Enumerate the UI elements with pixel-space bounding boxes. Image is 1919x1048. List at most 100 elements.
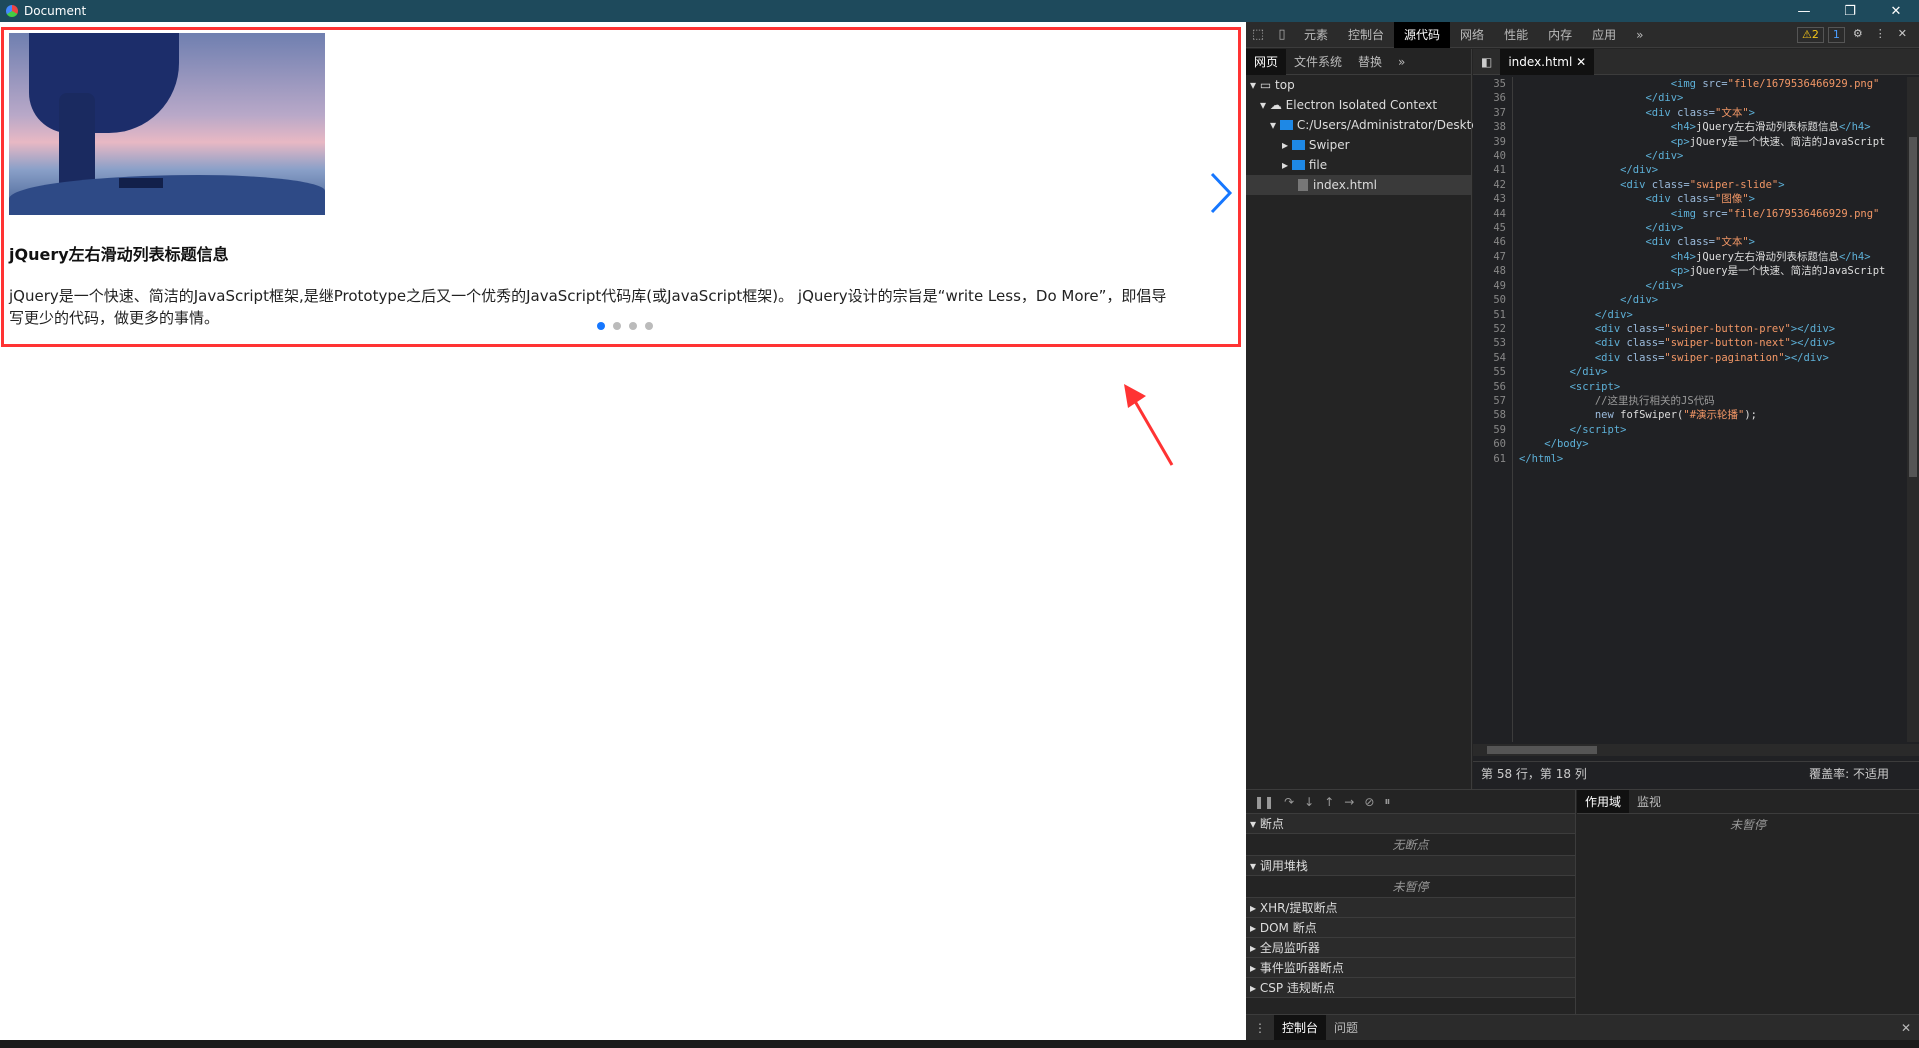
tab-filesystem[interactable]: 文件系统 bbox=[1286, 49, 1350, 75]
console-drawer: ⋮ 控制台 问题 ✕ bbox=[1246, 1014, 1919, 1041]
section-label: 事件监听器断点 bbox=[1259, 961, 1344, 975]
cloud-icon: ☁ bbox=[1269, 98, 1282, 112]
inspect-icon[interactable]: ⬚ bbox=[1246, 22, 1270, 48]
scope-not-paused: 未暂停 bbox=[1729, 818, 1766, 832]
taskbar bbox=[0, 1040, 1919, 1048]
step-icon[interactable]: → bbox=[1344, 795, 1354, 809]
vertical-scrollbar[interactable] bbox=[1907, 77, 1919, 742]
no-breakpoints: 无断点 bbox=[1246, 834, 1575, 856]
horizontal-scrollbar[interactable] bbox=[1473, 744, 1919, 756]
section-label: 调用堆栈 bbox=[1259, 859, 1308, 873]
tab-watch[interactable]: 监视 bbox=[1629, 790, 1669, 813]
step-into-icon[interactable]: ↓ bbox=[1304, 795, 1314, 809]
pagination-dot[interactable] bbox=[645, 322, 653, 330]
tab-overrides[interactable]: 替换 bbox=[1350, 49, 1390, 75]
swiper-container[interactable]: jQuery左右滑动列表标题信息 jQuery是一个快速、简洁的JavaScri… bbox=[1, 27, 1241, 347]
tab-elements[interactable]: 元素 bbox=[1294, 22, 1338, 48]
drawer-tab-console[interactable]: 控制台 bbox=[1274, 1014, 1327, 1041]
more-subtabs-icon[interactable]: » bbox=[1390, 49, 1413, 75]
toggle-navigator-icon[interactable]: ◧ bbox=[1473, 55, 1500, 69]
settings-icon[interactable]: ⚙ bbox=[1849, 27, 1867, 43]
drawer-tab-issues[interactable]: 问题 bbox=[1326, 1015, 1366, 1041]
red-annotation-arrow-icon bbox=[1124, 384, 1174, 466]
tree-item-path[interactable]: ▾ C:/Users/Administrator/Deskto bbox=[1246, 115, 1479, 135]
pause-icon[interactable]: ❚❚ bbox=[1254, 795, 1274, 809]
devtools-toolbar: ⬚ ▯ 元素 控制台 源代码 网络 性能 内存 应用 » ⚠2 1 ⚙ ⋮ ✕ bbox=[1246, 21, 1919, 48]
coverage-status: 覆盖率: 不适用 bbox=[1809, 767, 1889, 781]
swiper-pagination bbox=[597, 322, 653, 330]
pagination-dot[interactable] bbox=[597, 322, 605, 330]
deactivate-breakpoints-icon[interactable]: ⊘ bbox=[1364, 795, 1374, 809]
tree-item-context[interactable]: ▾ ☁ Electron Isolated Context bbox=[1246, 95, 1471, 115]
section-breakpoints[interactable]: ▾ 断点 bbox=[1246, 814, 1575, 834]
tab-sources[interactable]: 源代码 bbox=[1394, 21, 1451, 48]
device-toggle-icon[interactable]: ▯ bbox=[1270, 22, 1294, 48]
tree-item-index[interactable]: index.html bbox=[1246, 175, 1471, 195]
tree-label: index.html bbox=[1313, 178, 1377, 192]
debugger-pane: ❚❚ ↷ ↓ ↑ → ⊘ ⏸ ▾ 断点 无断点 ▾ 调用堆栈 未暂停 ▸ XHR… bbox=[1246, 789, 1919, 1015]
navigator-pane: 网页 文件系统 替换 » ▾ ▭ top ▾ ☁ Electron Isolat… bbox=[1246, 48, 1479, 789]
drawer-close-icon[interactable]: ✕ bbox=[1893, 1015, 1919, 1041]
line-numbers: 35 36 37 38 39 40 41 42 43 44 45 46 47 48 49 50 51 52 53 54… bbox=[1473, 77, 1513, 742]
section-csp[interactable]: ▸ CSP 违规断点 bbox=[1246, 978, 1575, 998]
kebab-menu-icon[interactable]: ⋮ bbox=[1871, 27, 1890, 43]
section-label: XHR/提取断点 bbox=[1259, 901, 1338, 915]
window-titlebar: Document — ❐ ✕ bbox=[0, 0, 1919, 22]
frame-icon: ▭ bbox=[1259, 78, 1272, 92]
code-editor[interactable]: ◧ index.html ✕ 35 36 37 38 39 40 41 42 43 44 45 46 4… bbox=[1473, 48, 1919, 789]
minimize-button[interactable]: — bbox=[1781, 0, 1827, 22]
tab-memory[interactable]: 内存 bbox=[1538, 22, 1582, 48]
editor-tab-label: index.html bbox=[1508, 54, 1573, 69]
slide-title: jQuery左右滑动列表标题信息 bbox=[9, 245, 229, 264]
tab-console[interactable]: 控制台 bbox=[1338, 22, 1394, 48]
folder-icon bbox=[1291, 140, 1305, 150]
tree-item-file[interactable]: ▸ file bbox=[1246, 155, 1471, 175]
devtools-panel: ⬚ ▯ 元素 控制台 源代码 网络 性能 内存 应用 » ⚠2 1 ⚙ ⋮ ✕ … bbox=[1246, 21, 1919, 1041]
close-button[interactable]: ✕ bbox=[1873, 0, 1919, 22]
tab-network[interactable]: 网络 bbox=[1450, 22, 1494, 48]
tab-scope[interactable]: 作用域 bbox=[1577, 790, 1630, 813]
section-label: DOM 断点 bbox=[1259, 921, 1317, 935]
tab-application[interactable]: 应用 bbox=[1582, 22, 1626, 48]
tree-canopy bbox=[29, 33, 179, 133]
slide-image bbox=[9, 33, 325, 215]
cursor-position: 第 58 行，第 18 列 bbox=[1481, 767, 1587, 781]
tab-performance[interactable]: 性能 bbox=[1494, 22, 1538, 48]
warnings-badge[interactable]: ⚠2 bbox=[1797, 26, 1824, 43]
step-over-icon[interactable]: ↷ bbox=[1284, 795, 1294, 809]
editor-tab[interactable]: index.html ✕ bbox=[1500, 48, 1595, 75]
window-title: Document bbox=[24, 4, 87, 18]
pagination-dot[interactable] bbox=[629, 322, 637, 330]
messages-badge[interactable]: 1 bbox=[1827, 26, 1845, 43]
app-icon bbox=[6, 5, 18, 17]
close-devtools-icon[interactable]: ✕ bbox=[1894, 27, 1911, 43]
folder-icon bbox=[1279, 120, 1293, 130]
section-global[interactable]: ▸ 全局监听器 bbox=[1246, 938, 1575, 958]
pause-on-exceptions-icon[interactable]: ⏸ bbox=[1384, 794, 1390, 809]
swiper-next-icon[interactable] bbox=[1200, 168, 1240, 218]
section-label: 断点 bbox=[1259, 817, 1284, 831]
tab-page[interactable]: 网页 bbox=[1246, 48, 1287, 75]
tree-item-top[interactable]: ▾ ▭ top bbox=[1246, 75, 1471, 95]
section-label: CSP 违规断点 bbox=[1259, 981, 1335, 995]
restore-button[interactable]: ❐ bbox=[1827, 0, 1873, 22]
drawer-menu-icon[interactable]: ⋮ bbox=[1246, 1015, 1274, 1041]
section-dom[interactable]: ▸ DOM 断点 bbox=[1246, 918, 1575, 938]
more-tabs-button[interactable]: » bbox=[1626, 22, 1653, 48]
pagination-dot[interactable] bbox=[613, 322, 621, 330]
section-callstack[interactable]: ▾ 调用堆栈 bbox=[1246, 856, 1575, 876]
section-label: 全局监听器 bbox=[1259, 941, 1320, 955]
tree-label: Swiper bbox=[1308, 138, 1350, 152]
tree-label: top bbox=[1275, 78, 1295, 92]
folder-icon bbox=[1291, 160, 1305, 170]
section-xhr[interactable]: ▸ XHR/提取断点 bbox=[1246, 898, 1575, 918]
page-viewport: jQuery左右滑动列表标题信息 jQuery是一个快速、简洁的JavaScri… bbox=[0, 22, 1246, 1040]
tree-item-swiper[interactable]: ▸ Swiper bbox=[1246, 135, 1471, 155]
code-view[interactable]: 35 36 37 38 39 40 41 42 43 44 45 46 47 48 49 50 51 52 53 54… bbox=[1473, 77, 1919, 742]
tree-label: Electron Isolated Context bbox=[1285, 98, 1438, 112]
bench-shape bbox=[119, 178, 163, 188]
tree-label: file bbox=[1308, 158, 1328, 172]
step-out-icon[interactable]: ↑ bbox=[1324, 795, 1334, 809]
section-event[interactable]: ▸ 事件监听器断点 bbox=[1246, 958, 1575, 978]
slide-text-line1: jQuery是一个快速、简洁的JavaScript框架,是继Prototype之… bbox=[9, 287, 1167, 305]
